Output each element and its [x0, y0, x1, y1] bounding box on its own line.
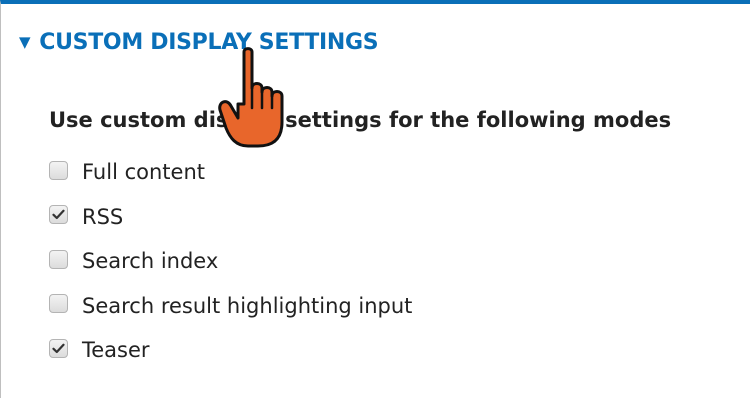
view-mode-option-rss: RSS [49, 195, 412, 240]
modes-legend: Use custom display settings for the foll… [49, 108, 672, 132]
view-mode-option-teaser: Teaser [49, 328, 412, 373]
view-modes-list: Full content RSS Search index Search res… [49, 150, 412, 373]
search-result-highlighting-input-checkbox[interactable] [49, 294, 68, 314]
full-content-label[interactable]: Full content [82, 160, 205, 184]
full-content-checkbox[interactable] [49, 160, 68, 180]
rss-label[interactable]: RSS [82, 205, 123, 229]
search-index-label[interactable]: Search index [82, 249, 218, 273]
view-mode-option-full-content: Full content [49, 150, 412, 195]
rss-checkbox[interactable] [49, 205, 68, 225]
search-result-highlighting-input-label[interactable]: Search result highlighting input [82, 294, 412, 318]
teaser-label[interactable]: Teaser [82, 338, 150, 362]
view-mode-option-search-result-highlighting-input: Search result highlighting input [49, 284, 412, 329]
teaser-checkbox[interactable] [49, 338, 68, 358]
custom-display-settings-summary[interactable]: ▼ CUSTOM DISPLAY SETTINGS [19, 30, 379, 55]
summary-title: CUSTOM DISPLAY SETTINGS [39, 30, 379, 55]
view-mode-option-search-index: Search index [49, 239, 412, 284]
triangle-down-icon: ▼ [19, 32, 31, 51]
search-index-checkbox[interactable] [49, 249, 68, 269]
custom-display-settings-panel: ▼ CUSTOM DISPLAY SETTINGS Use custom dis… [0, 0, 750, 398]
